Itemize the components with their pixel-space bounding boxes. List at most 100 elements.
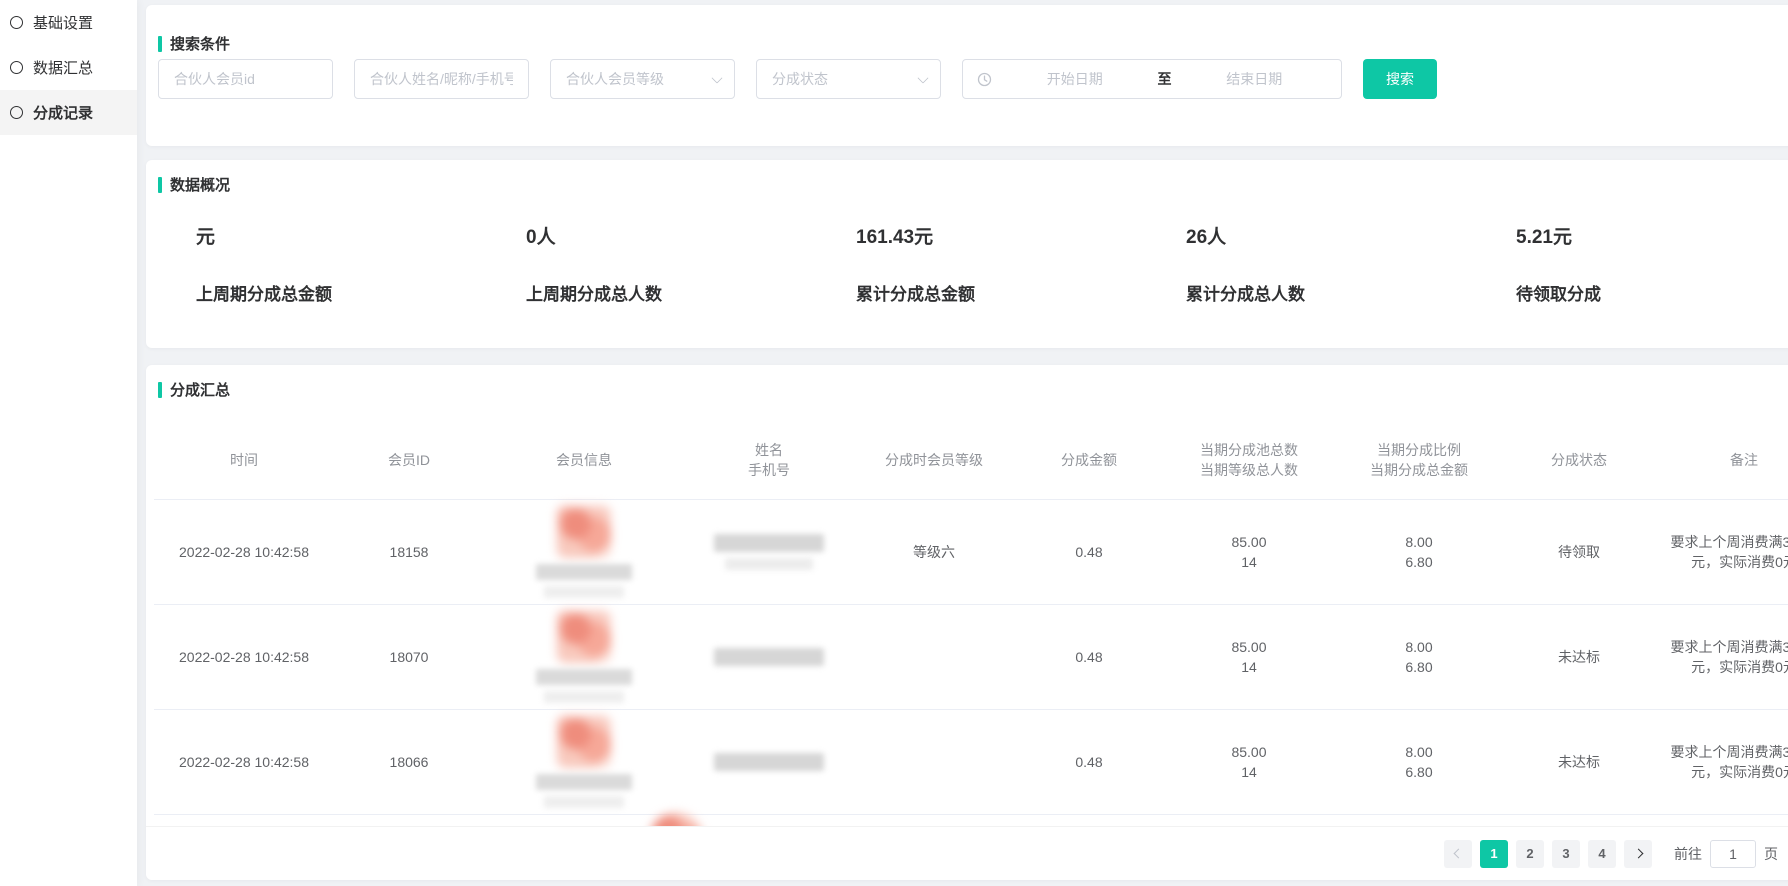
blurred-name [714, 648, 824, 666]
stat-value: 元 [196, 222, 476, 249]
stat-label: 上周期分成总金额 [196, 280, 476, 305]
radio-circle-icon [10, 61, 23, 74]
pagination-page-4[interactable]: 4 [1588, 840, 1616, 868]
row-ratio: 8.00 6.80 [1334, 532, 1504, 572]
data-overview-panel: 数据概况 元 上周期分成总金额 0人 上周期分成总人数 161.43元 累计分成… [146, 160, 1788, 348]
row-name-phone [684, 753, 854, 771]
stat-label: 累计分成总金额 [856, 280, 1136, 305]
stat-value: 0人 [526, 222, 806, 249]
stat-label: 累计分成总人数 [1186, 280, 1466, 305]
row-pool: 85.00 14 [1164, 742, 1334, 782]
stat-pending-amount: 5.21元 待领取分成 [1466, 222, 1788, 305]
chevron-down-icon [711, 72, 722, 83]
end-date-placeholder[interactable]: 结束日期 [1178, 69, 1332, 89]
blurred-avatar [557, 611, 611, 663]
row-name-phone [684, 534, 854, 570]
stat-total-count: 26人 累计分成总人数 [1136, 222, 1466, 305]
col-pool: 当期分成池总数 当期等级总人数 [1164, 440, 1334, 480]
stat-value: 26人 [1186, 222, 1466, 249]
sidebar-item-commission-records[interactable]: 分成记录 [0, 90, 137, 135]
pagination-jump: 前往 页 [1674, 840, 1778, 868]
row-member-id: 18066 [334, 752, 484, 772]
sidebar-item-basic-settings[interactable]: 基础设置 [0, 0, 137, 45]
row-amount: 0.48 [1014, 752, 1164, 772]
blurred-nickname [536, 564, 632, 580]
blurred-name [714, 534, 824, 552]
col-name-phone: 姓名 手机号 [684, 440, 854, 480]
chevron-left-icon [1453, 849, 1463, 859]
col-member-info: 会员信息 [484, 450, 684, 470]
search-panel: 搜索条件 合伙人会员等级 分成状态 开始日期 至 结束日期 [146, 5, 1788, 146]
row-member-info [484, 716, 684, 808]
col-member-id: 会员ID [334, 450, 484, 470]
table-header-row: 时间 会员ID 会员信息 姓名 手机号 分成时会员等级 分成金额 当期分成池总数… [154, 420, 1788, 500]
radio-circle-icon [10, 106, 23, 119]
chevron-down-icon [917, 72, 928, 83]
stat-last-period-amount: 元 上周期分成总金额 [146, 222, 476, 305]
pagination-page-3[interactable]: 3 [1552, 840, 1580, 868]
partner-name-field [354, 59, 529, 99]
stat-value: 161.43元 [856, 222, 1136, 249]
row-member-id: 18158 [334, 542, 484, 562]
row-time: 2022-02-28 10:42:58 [154, 542, 334, 562]
date-range-picker[interactable]: 开始日期 至 结束日期 [962, 59, 1342, 99]
pagination-page-2[interactable]: 2 [1516, 840, 1544, 868]
chevron-right-icon [1633, 849, 1643, 859]
stat-label: 上周期分成总人数 [526, 280, 806, 305]
row-status: 待领取 [1504, 542, 1654, 562]
blurred-phone [725, 558, 813, 570]
col-level: 分成时会员等级 [854, 450, 1014, 470]
goto-page-input[interactable] [1710, 840, 1756, 868]
start-date-placeholder[interactable]: 开始日期 [998, 69, 1152, 89]
commission-status-select[interactable]: 分成状态 [756, 59, 941, 99]
row-amount: 0.48 [1014, 542, 1164, 562]
member-id-input[interactable] [159, 60, 332, 98]
pagination-page-1[interactable]: 1 [1480, 840, 1508, 868]
search-panel-title: 搜索条件 [158, 33, 230, 54]
table-row: 2022-02-28 10:42:58 18158 等级六 0.48 85.00… [154, 500, 1788, 605]
col-amount: 分成金额 [1014, 450, 1164, 470]
search-button[interactable]: 搜索 [1363, 59, 1437, 99]
pagination-next-button[interactable] [1624, 840, 1652, 868]
col-time: 时间 [154, 450, 334, 470]
blurred-avatar [557, 716, 611, 768]
stat-value: 5.21元 [1516, 222, 1788, 249]
blurred-nickname-line2 [544, 586, 624, 598]
blurred-nickname-line2 [544, 691, 624, 703]
sidebar-item-data-summary[interactable]: 数据汇总 [0, 45, 137, 90]
row-ratio: 8.00 6.80 [1334, 637, 1504, 677]
stats-row: 元 上周期分成总金额 0人 上周期分成总人数 161.43元 累计分成总金额 2… [146, 222, 1788, 305]
commission-table: 时间 会员ID 会员信息 姓名 手机号 分成时会员等级 分成金额 当期分成池总数… [154, 420, 1788, 815]
col-status: 分成状态 [1504, 450, 1654, 470]
search-form: 合伙人会员等级 分成状态 开始日期 至 结束日期 搜索 [158, 59, 1437, 99]
row-member-info [484, 506, 684, 598]
row-pool: 85.00 14 [1164, 637, 1334, 677]
accent-bar [158, 177, 162, 193]
radio-circle-icon [10, 16, 23, 29]
row-status: 未达标 [1504, 752, 1654, 772]
row-member-info [484, 611, 684, 703]
member-id-field [158, 59, 333, 99]
table-row: 2022-02-28 10:42:58 18066 0.48 85.00 14 … [154, 710, 1788, 815]
blurred-name [714, 753, 824, 771]
stat-last-period-count: 0人 上周期分成总人数 [476, 222, 806, 305]
pagination-prev-button[interactable] [1444, 840, 1472, 868]
date-separator: 至 [1158, 69, 1172, 89]
member-level-placeholder: 合伙人会员等级 [566, 69, 664, 89]
row-name-phone [684, 648, 854, 666]
blurred-nickname-line2 [544, 796, 624, 808]
partner-name-input[interactable] [355, 60, 528, 98]
row-status: 未达标 [1504, 647, 1654, 667]
blurred-avatar [557, 506, 611, 558]
sidebar-item-label: 基础设置 [33, 12, 93, 33]
col-ratio: 当期分成比例 当期分成总金额 [1334, 440, 1504, 480]
row-pool: 85.00 14 [1164, 532, 1334, 572]
col-remark: 备注 [1654, 450, 1788, 470]
row-level: 等级六 [854, 542, 1014, 562]
row-time: 2022-02-28 10:42:58 [154, 647, 334, 667]
stat-label: 待领取分成 [1516, 280, 1788, 305]
row-time: 2022-02-28 10:42:58 [154, 752, 334, 772]
member-level-select[interactable]: 合伙人会员等级 [550, 59, 735, 99]
row-member-id: 18070 [334, 647, 484, 667]
row-remark: 要求上个周消费满30.00元，实际消费0元 [1654, 742, 1788, 782]
